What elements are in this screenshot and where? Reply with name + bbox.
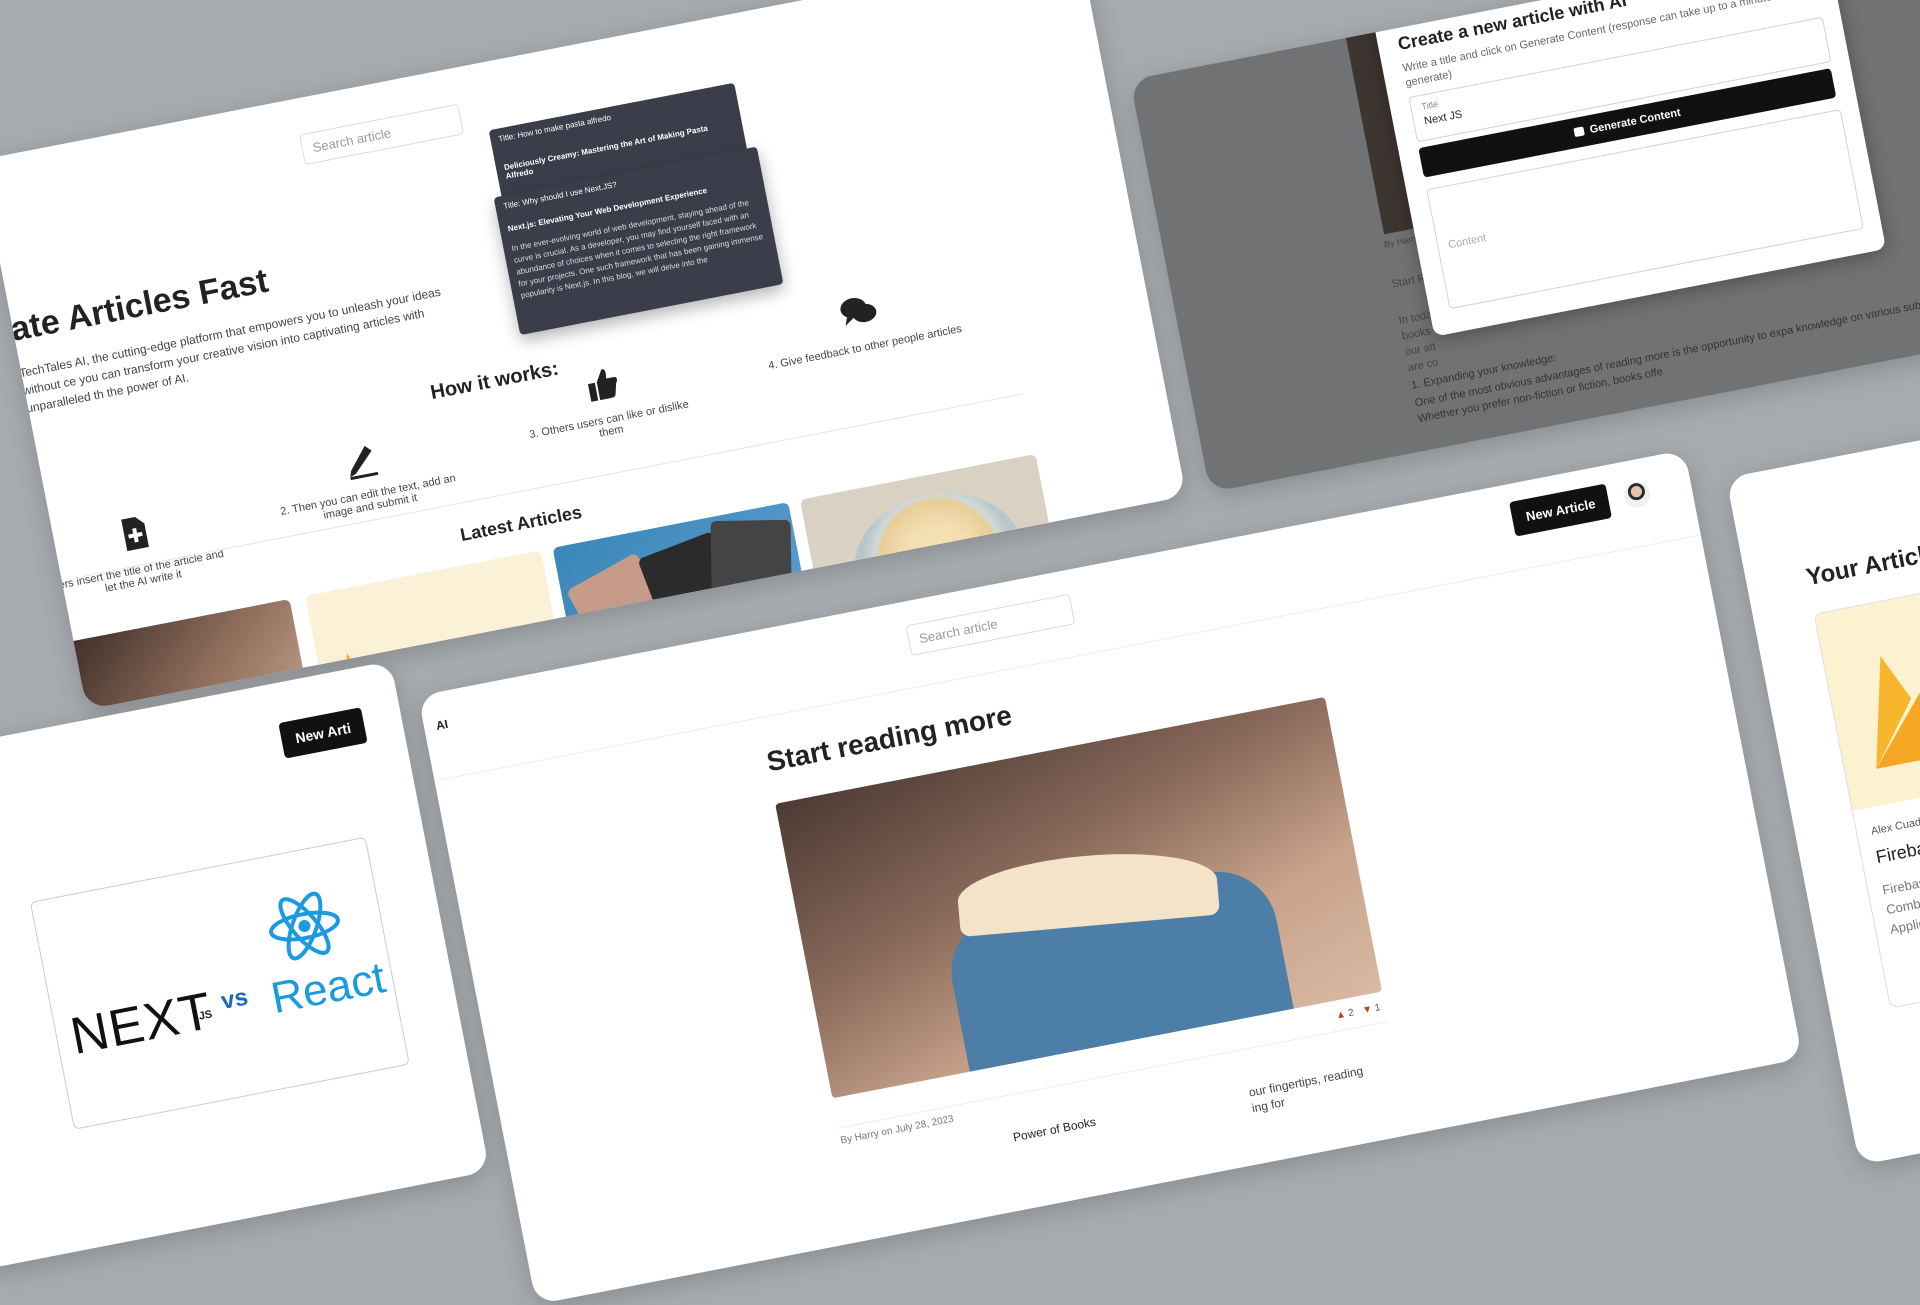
card-author: Alex Cuadr (1870, 815, 1920, 838)
chat-bubbles-icon (840, 297, 877, 326)
like-icon[interactable]: ▲ (1335, 1009, 1347, 1022)
create-modal: Create a new article with AI Write a tit… (1365, 0, 1887, 337)
content-placeholder: Content (1447, 232, 1488, 252)
title-input-value: Next JS (1423, 108, 1464, 128)
react-atom-icon (269, 891, 340, 961)
step-3-text: 3. Others users can like or dislike them (528, 398, 690, 442)
article-subheading: Power of Books (1011, 1114, 1098, 1145)
step-4: 4. Give feedback to other people article… (741, 270, 979, 376)
add-file-icon (121, 516, 149, 552)
vs-label: vs (218, 983, 251, 1016)
pen-icon (350, 445, 379, 481)
dislike-icon[interactable]: ▼ (1361, 1004, 1373, 1017)
firebase-thumb (1814, 553, 1920, 811)
search-input[interactable]: Search article (299, 103, 464, 166)
nextjs-vs-react-card[interactable]: NEXT .JS vs React (29, 836, 410, 1130)
dislike-count: 1 (1373, 1002, 1382, 1015)
card-text-3: Applica (1888, 913, 1920, 937)
logo-fragment: AI (434, 716, 450, 733)
like-count: 2 (1347, 1007, 1355, 1020)
card-title: Firebas (1874, 836, 1920, 868)
step-2-text: 2. Then you can edit the text, add an im… (279, 472, 457, 522)
card-text-1: Firebase (1881, 873, 1920, 898)
firebase-logo-icon (1876, 655, 1920, 769)
step-2: 2. Then you can edit the text, add an im… (264, 421, 465, 531)
generate-content-label: Generate Content (1588, 106, 1682, 137)
bg-start: Start R (1390, 272, 1427, 291)
robot-icon (1573, 126, 1585, 138)
article-text-fragment: our fingertips, reading ing for (1247, 1063, 1365, 1116)
articles-list-panel: New Arti NEXT .JS vs React (0, 660, 490, 1271)
new-article-button-2[interactable]: New Arti (278, 707, 368, 759)
thumbs-up-icon (587, 369, 617, 402)
card-text-2: Combin (1884, 893, 1920, 918)
credit-card-3 (710, 519, 793, 632)
latest-articles-heading: Latest Articles (458, 501, 584, 546)
next-logo: NEXT (65, 981, 218, 1067)
your-article-card[interactable]: Alex Cuadr Firebas Firebase Combin Appli… (1813, 552, 1920, 1009)
title-input-label: Title (1420, 98, 1439, 112)
article-meta: By Harry on July 28, 2023 (839, 1113, 955, 1147)
step-1-text: ers insert the title of the article and … (57, 547, 225, 595)
step-1: ers insert the title of the article and … (42, 497, 233, 605)
create-article-panel: By Harry Start R In toda books our att a… (1130, 0, 1920, 493)
preview-body-2: In the ever-evolving world of web develo… (510, 198, 764, 301)
your-articles-title: Your Articles (1803, 536, 1920, 592)
reactions: ▲ 2 ▼ 1 (1335, 1002, 1382, 1021)
